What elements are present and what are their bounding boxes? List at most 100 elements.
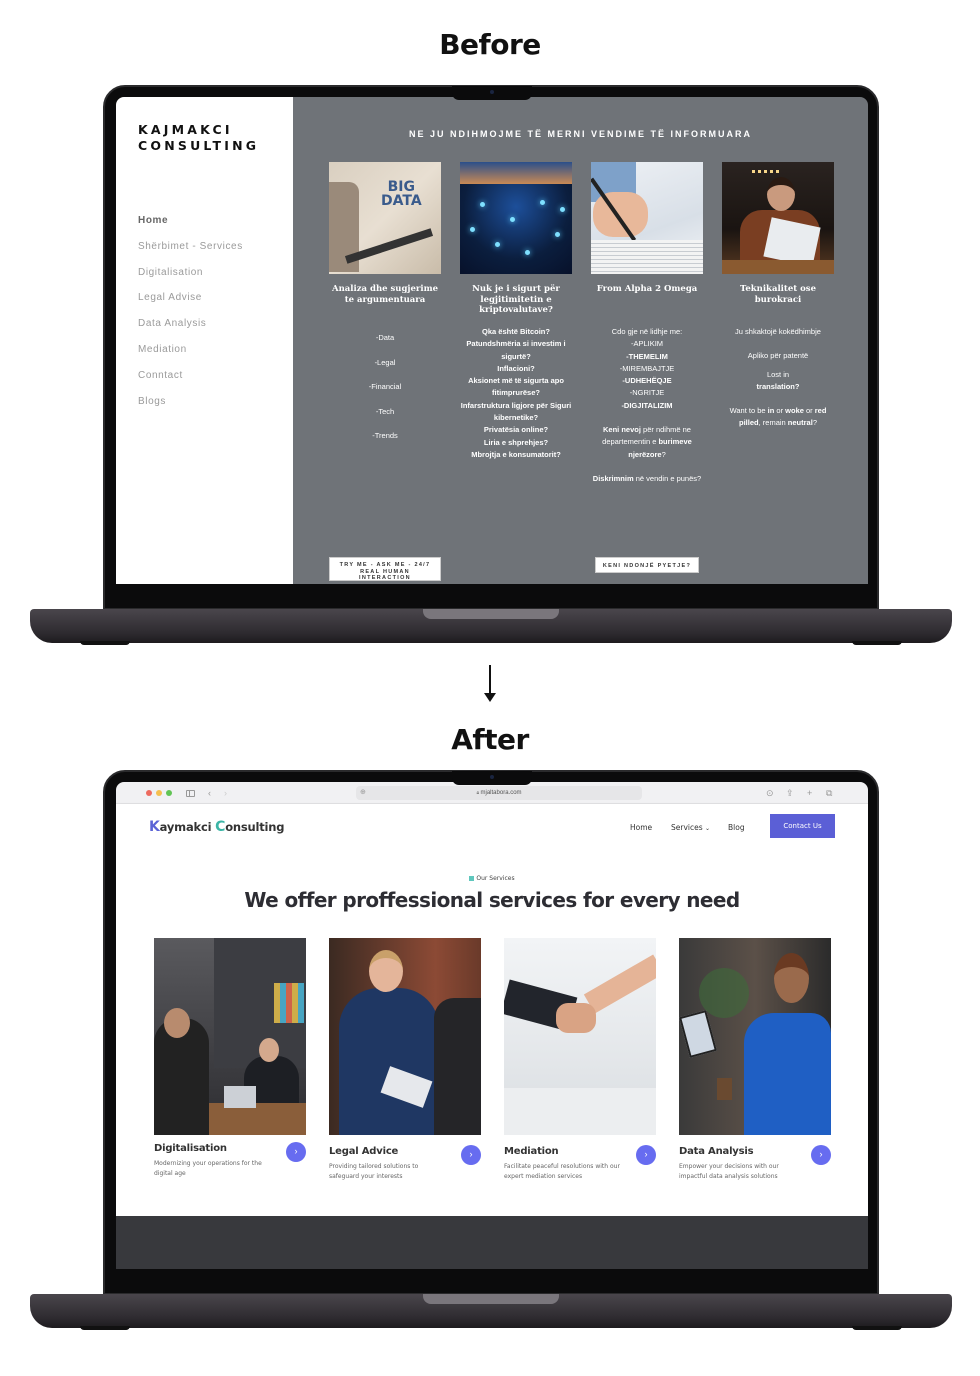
- questions-button[interactable]: KENI NDONJË PYETJE?: [595, 557, 699, 573]
- arrow-right-icon[interactable]: ›: [286, 1142, 306, 1162]
- before-logo[interactable]: KAJMAKCI CONSULTING: [138, 122, 259, 154]
- before-column-3: From Alpha 2 Omega Cdo gje në lidhje me:…: [591, 162, 703, 485]
- nav-item-services[interactable]: Shërbimet - Services: [138, 241, 243, 267]
- discrimination-question: Diskrimnim në vendin e punës?: [592, 473, 702, 483]
- crypto-network-image: [460, 162, 572, 274]
- list-item: -APLIKIM: [630, 339, 664, 349]
- minimize-window-icon[interactable]: [156, 790, 162, 796]
- column-title: Nuk je i sigurt për legjitimitetin e kri…: [472, 284, 560, 315]
- column-intro: Cdo gje në lidhje me:: [611, 327, 683, 336]
- list-item: -Data: [375, 333, 395, 342]
- maximize-window-icon[interactable]: [166, 790, 172, 796]
- nav-item-home[interactable]: Home: [138, 215, 243, 241]
- column-body: Cdo gje në lidhje me: -APLIKIM -THEMELIM…: [591, 326, 703, 485]
- arrow-right-icon[interactable]: ›: [461, 1145, 481, 1165]
- arrow-right-icon[interactable]: ›: [811, 1145, 831, 1165]
- back-icon[interactable]: ‹: [208, 787, 211, 799]
- list-item: -Tech: [375, 406, 395, 416]
- logo-line-2: CONSULTING: [138, 138, 260, 153]
- nav-services-label: Services: [671, 823, 703, 832]
- column-title: Teknikalitet ose burokraci: [740, 284, 816, 305]
- service-card-data-analysis[interactable]: › Data Analysis Empower your decisions w…: [679, 938, 831, 1182]
- woke-question: Want to be in or woke or red pilled, rem…: [729, 406, 827, 428]
- close-window-icon[interactable]: [146, 790, 152, 796]
- list-item: -MIREMBAJTJE: [619, 363, 675, 373]
- card-description: Facilitate peaceful resolutions with our…: [504, 1163, 620, 1180]
- logo-line-1: KAJMAKCI: [138, 122, 233, 137]
- service-card-digitalisation[interactable]: › Digitalisation Modernizing your operat…: [154, 938, 306, 1179]
- site-logo[interactable]: Kaymakci Consulting: [149, 819, 285, 835]
- list-item: Liria e shprehjes?: [483, 437, 549, 447]
- after-label: After: [451, 723, 529, 756]
- site-header: Kaymakci Consulting Home Services ⌄ Blog…: [116, 804, 868, 850]
- before-column-2: Nuk je i sigurt për legjitimitetin e kri…: [460, 162, 572, 461]
- list-item: Apliko për patentë: [747, 351, 809, 361]
- section-heading: We offer proffessional services for ever…: [244, 888, 740, 912]
- logo-c: C: [215, 819, 226, 835]
- nav-home[interactable]: Home: [630, 823, 652, 832]
- legal-meeting-image: [329, 938, 481, 1135]
- nav-item-data-analysis[interactable]: Data Analysis: [138, 318, 243, 344]
- logo-part-1: aymakci: [159, 820, 216, 834]
- logo-k: K: [149, 819, 160, 835]
- square-bullet-icon: [469, 875, 475, 881]
- column-title: Analiza dhe sugjerime te argumentuara: [331, 284, 439, 305]
- list-item: Aksionet më të sigurta apo fitimprurëse?: [468, 376, 564, 398]
- before-screen: KAJMAKCI CONSULTING Home Shërbimet - Ser…: [116, 97, 868, 584]
- list-item: -NGRITJE: [629, 388, 665, 398]
- list-item: -Legal: [374, 357, 396, 367]
- privacy-shield-icon: ⊕: [360, 789, 366, 796]
- column-body: -Data -Legal -Financial -Tech -Trends: [329, 326, 441, 449]
- data-analysis-image: [679, 938, 831, 1135]
- service-card-legal-advice[interactable]: › Legal Advice Providing tailored soluti…: [329, 938, 481, 1182]
- nav-item-digitalisation[interactable]: Digitalisation: [138, 267, 243, 293]
- contact-us-button[interactable]: Contact Us: [770, 814, 835, 838]
- share-icon[interactable]: ⇪: [786, 787, 794, 799]
- list-item: Lost in: [766, 369, 790, 379]
- before-column-4: Teknikalitet ose burokraci Ju shkaktojë …: [722, 162, 834, 430]
- eyebrow-text: Our Services: [476, 875, 515, 882]
- column-body: Ju shkaktojë kokëdhimbje Apliko për pate…: [722, 326, 834, 430]
- nav-item-contact[interactable]: Conntact: [138, 370, 243, 396]
- camera-notch: [452, 86, 532, 100]
- button-line: INTERACTION: [359, 575, 411, 581]
- site-footer: [116, 1216, 868, 1269]
- list-item: Privatësia online?: [483, 425, 549, 435]
- download-icon[interactable]: ⊙: [766, 787, 774, 799]
- logo-part-2: onsulting: [225, 820, 285, 834]
- card-title: Mediation: [504, 1146, 559, 1157]
- camera-notch: [452, 771, 532, 785]
- list-item: -Trends: [372, 431, 398, 440]
- list-item: -Financial: [368, 382, 402, 391]
- nav-item-blogs[interactable]: Blogs: [138, 396, 243, 422]
- card-description: Providing tailored solutions to safeguar…: [329, 1163, 419, 1180]
- list-item: translation?: [756, 381, 800, 391]
- before-main: NE JU NDIHMOJME TË MERNI VENDIME TË INFO…: [293, 97, 868, 584]
- try-me-button[interactable]: TRY ME - ASK ME - 24/7 REAL HUMAN INTERA…: [329, 557, 441, 581]
- nav-blog[interactable]: Blog: [728, 823, 745, 832]
- card-title: Legal Advice: [329, 1146, 399, 1157]
- woman-on-phone-image: [722, 162, 834, 274]
- chevron-down-icon: ⌄: [705, 825, 711, 832]
- nav-item-mediation[interactable]: Mediation: [138, 344, 243, 370]
- laptop-base-after: [30, 1294, 952, 1330]
- big-data-image: BIG DATA: [329, 162, 441, 274]
- forward-icon[interactable]: ›: [224, 787, 227, 799]
- service-card-mediation[interactable]: › Mediation Facilitate peaceful resoluti…: [504, 938, 656, 1182]
- nav-services[interactable]: Services ⌄: [671, 823, 710, 832]
- before-label: Before: [439, 28, 541, 61]
- after-screen: ‹ › ⊕ 🔒︎ mjaltabora.com ⊙ ⇪ + ⧉ Kaymakci…: [116, 782, 868, 1269]
- sidebar-toggle-icon[interactable]: [186, 790, 195, 797]
- list-item: Inflacioni?: [497, 363, 535, 373]
- nav-item-legal-advise[interactable]: Legal Advise: [138, 292, 243, 318]
- list-item: -DIGJITALIZIM: [621, 400, 673, 410]
- tab-overview-icon[interactable]: ⧉: [826, 787, 832, 799]
- laptop-base-before: [30, 609, 952, 645]
- before-heading: NE JU NDIHMOJME TË MERNI VENDIME TË INFO…: [408, 129, 752, 139]
- button-line: TRY ME - ASK ME - 24/7: [339, 562, 431, 568]
- arrow-right-icon[interactable]: ›: [636, 1145, 656, 1165]
- new-tab-icon[interactable]: +: [807, 787, 812, 799]
- url-bar[interactable]: ⊕ 🔒︎ mjaltabora.com: [356, 786, 642, 800]
- list-item: Infarstruktura ligjore për Siguri kibern…: [460, 400, 572, 423]
- card-title: Digitalisation: [154, 1143, 227, 1154]
